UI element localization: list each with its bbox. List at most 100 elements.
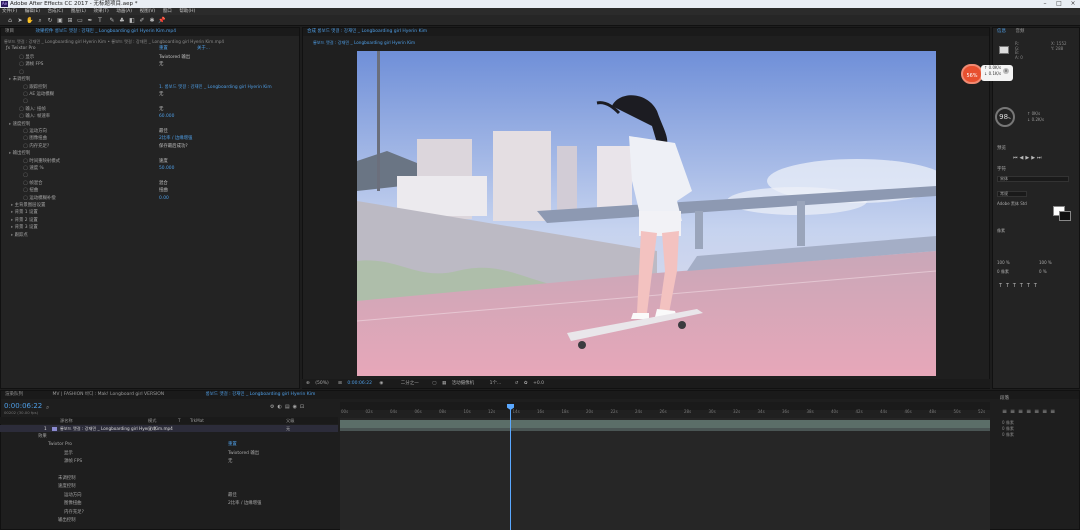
comp-breadcrumb[interactable]: 롱보드 맷걸 : 강재민 _ Longboarding girl Hyerin … (313, 40, 415, 46)
timeline-switch-icons[interactable]: ⚙◐▤◉⊡ (270, 404, 307, 410)
effect-row[interactable]: ▸ 未调控制 (9, 76, 30, 83)
text-style-buttons[interactable]: TTTTTT (999, 283, 1041, 289)
views-dropdown[interactable]: 1个... (490, 381, 502, 386)
effect-row[interactable]: ▸ 速度控制 (9, 121, 30, 128)
effect-row[interactable]: ◯ 时间重映射模式 (23, 158, 60, 165)
tab-render-queue[interactable]: 渲染队列 (5, 392, 23, 397)
close-icon[interactable]: × (1066, 0, 1080, 8)
layer-bar[interactable] (340, 420, 990, 428)
effect-row[interactable]: ◯ 输入: 帧速率 (19, 113, 50, 120)
tab-composition[interactable]: 合成 롱보드 맷걸 : 강재민 _ Longboarding girl Hyer… (307, 29, 427, 34)
stopwatch-icon[interactable]: ◯ (23, 173, 28, 178)
type-tool-icon[interactable]: T (96, 17, 104, 24)
tsume-field[interactable]: 0 % (1039, 269, 1047, 274)
reset-exposure-icon[interactable]: ↺ (515, 381, 519, 386)
minimize-icon[interactable]: – (1038, 0, 1052, 8)
camera-dropdown[interactable]: 活动摄像机 (452, 381, 475, 386)
hscale-field[interactable]: 100 % (1039, 260, 1052, 265)
current-time[interactable]: 0:00:06:22 (347, 381, 372, 386)
timeline-search-icon[interactable]: ⌕ (46, 404, 49, 412)
effect-row-value[interactable]: 最佳 (159, 128, 168, 135)
effect-row[interactable]: ◯ 内存充足? (23, 143, 49, 150)
effect-row[interactable]: ▸ 背景 1 设置 (11, 209, 38, 216)
timeline-prop-row[interactable]: 输出控制 (58, 517, 76, 524)
brush-tool-icon[interactable]: ✎ (108, 17, 116, 24)
paragraph-align-buttons[interactable]: ≡≡≡≡≡≡≡ (1002, 408, 1058, 415)
menu-layer[interactable]: 图层(L) (71, 9, 86, 14)
puppet-tool-icon[interactable]: ✱ (148, 17, 156, 24)
effect-row[interactable]: ◯ 源帧 FPS (19, 61, 43, 68)
effect-row-value[interactable]: 2比率 / 边缘增强 (159, 135, 192, 142)
menu-view[interactable]: 视图(V) (140, 9, 156, 14)
timeline-prop-row[interactable]: 源帧 FPS (64, 458, 82, 465)
menu-edit[interactable]: 编辑(E) (25, 9, 40, 14)
roi-icon[interactable]: ▢ (432, 381, 436, 386)
stroke-color-swatch[interactable] (1059, 211, 1071, 221)
vscale-field[interactable]: 100 % (997, 260, 1010, 265)
font-size-field[interactable]: Adobe 黑体 Std (997, 201, 1042, 207)
tab-comp-longboard[interactable]: 롱보드 맷걸 : 강재민 _ Longboarding girl Hyerin … (206, 392, 316, 397)
baseline-field[interactable]: 0 像素 (997, 269, 1009, 275)
channel-icon[interactable]: ✿ (524, 381, 528, 386)
layer-row[interactable]: 1 롱보드 맷걸 : 강재민 _ Longboarding girl Hyeri… (0, 425, 338, 432)
effect-row-value[interactable]: 扭曲 (159, 187, 168, 194)
timeline-prop-row[interactable]: 运动方向 (64, 492, 82, 499)
home-icon[interactable]: ⌂ (6, 17, 14, 24)
effect-row[interactable]: ◯ 帧混合 (23, 180, 43, 187)
effect-row-value[interactable]: 无 (159, 61, 163, 68)
effect-row[interactable]: ◯ (23, 98, 28, 105)
menu-file[interactable]: 文件(F) (2, 9, 17, 14)
effect-row[interactable]: ◯ AE 运动模糊 (23, 91, 54, 98)
timeline-prop-row[interactable]: 速度控制 (58, 483, 76, 490)
tab-effect-controls[interactable]: 效果控件 롱보드 맷걸 : 강재민 _ Longboarding girl Hy… (35, 29, 176, 34)
timeline-prop-row[interactable]: 效果 (38, 433, 47, 440)
font-style-dropdown[interactable]: 常规 (997, 191, 1027, 197)
effect-row-value[interactable]: Twixtored 输出 (159, 54, 190, 61)
grid-icon[interactable]: ⊞ (338, 381, 342, 386)
maximize-icon[interactable]: □ (1052, 0, 1066, 8)
zoom-dropdown[interactable]: (50%) (315, 381, 329, 386)
timeline-prop-value[interactable]: 最佳 (228, 492, 237, 499)
effect-row[interactable]: ◯ 显示 (19, 54, 34, 61)
tab-comp-mv[interactable]: MV | FASHION 바디 : Mak! Longboard girl VE… (52, 392, 164, 397)
video-preview[interactable] (357, 51, 936, 376)
speed-badge[interactable]: 56% (961, 64, 983, 84)
timeline-prop-row[interactable]: 内存充足? (64, 509, 84, 516)
snapshot-icon[interactable]: ◉ (379, 381, 383, 386)
tab-audio[interactable]: 音频 (1015, 29, 1024, 34)
effect-row[interactable]: ▸ 主背景图层设置 (11, 202, 45, 209)
timeline-prop-value[interactable]: 2比率 / 边缘增强 (228, 500, 261, 507)
effect-row[interactable]: ▸ 输出控制 (9, 150, 30, 157)
stopwatch-icon[interactable]: ◯ (19, 70, 24, 75)
effect-row-value[interactable]: 无 (159, 91, 163, 98)
menu-composition[interactable]: 合成(C) (48, 9, 64, 14)
reset-link[interactable]: 重置 (159, 45, 168, 52)
menu-animation[interactable]: 动画(A) (116, 9, 132, 14)
effect-row[interactable]: ◯ 运动方向 (23, 128, 47, 135)
timeline-prop-row[interactable]: Twixtor Pro (48, 441, 72, 448)
effect-row[interactable]: ▸ 背景 3 设置 (11, 224, 38, 231)
menu-effect[interactable]: 效果(T) (94, 9, 109, 14)
rotate-tool-icon[interactable]: ↻ (46, 17, 54, 24)
playhead[interactable] (510, 404, 511, 530)
effect-row-value[interactable]: 速度 (159, 158, 168, 165)
timeline-prop-row[interactable]: 显示 (64, 450, 73, 457)
selection-tool-icon[interactable]: ➤ (16, 17, 24, 24)
effect-row[interactable]: ◯ (19, 69, 24, 76)
popup-close-icon[interactable]: × (1003, 68, 1009, 74)
timeline-prop-row[interactable]: 图像扭曲 (64, 500, 82, 507)
menu-window[interactable]: 窗口 (163, 9, 172, 14)
eraser-tool-icon[interactable]: ◧ (128, 17, 136, 24)
timeline-prop-row[interactable]: 未调控制 (58, 475, 76, 482)
effect-row-value[interactable]: 50.000 (159, 165, 174, 172)
effect-row[interactable]: ◯ 速度 % (23, 165, 44, 172)
effect-row-value[interactable]: 60.000 (159, 113, 174, 120)
about-link[interactable]: 关于... (197, 45, 210, 52)
effect-row[interactable]: ◯ (23, 172, 28, 179)
tracking-field[interactable]: 像素 (997, 228, 1005, 234)
transparency-icon[interactable]: ▦ (442, 381, 446, 386)
resolution-dropdown[interactable]: 二分之一 (401, 381, 419, 386)
effect-row-value[interactable]: 0.00 (159, 195, 169, 202)
timeline-prop-value[interactable]: Twixtored 输出 (228, 450, 259, 457)
tab-project[interactable]: 项目 (5, 29, 14, 34)
